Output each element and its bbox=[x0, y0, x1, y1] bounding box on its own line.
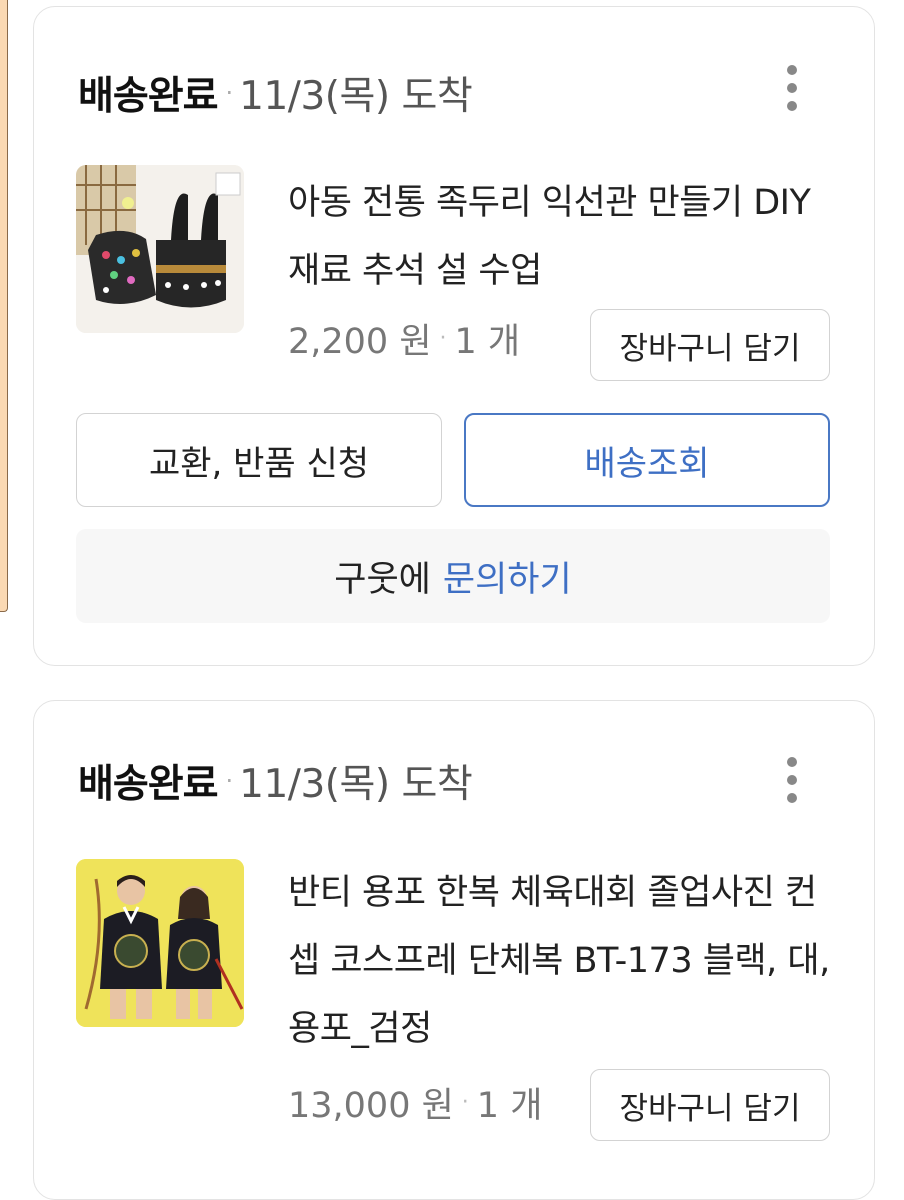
product-thumbnail[interactable] bbox=[76, 859, 244, 1027]
price-quantity: 2,200 원 · 1 개 bbox=[288, 313, 520, 364]
product-title[interactable]: 반티 용포 한복 체육대회 졸업사진 컨셉 코스프레 단체복 BT-173 블랙… bbox=[288, 859, 848, 1063]
add-to-cart-button[interactable]: 장바구니 담기 bbox=[590, 1069, 830, 1141]
product-quantity: 1 개 bbox=[476, 1086, 543, 1126]
product-price: 13,000 원 bbox=[288, 1086, 454, 1126]
product-price: 2,200 원 bbox=[288, 322, 432, 362]
delivery-status: 배송완료 bbox=[78, 762, 219, 807]
price-quantity: 13,000 원 · 1 개 bbox=[288, 1077, 542, 1128]
order-card: 배송완료 · 11/3(목) 도착 아동 전통 족두리 익선관 만들기 DIY … bbox=[33, 6, 875, 666]
more-vertical-icon[interactable] bbox=[780, 65, 804, 111]
seller-inquiry-button[interactable]: 구웃에 문의하기 bbox=[76, 529, 830, 623]
order-status-row: 배송완료 · 11/3(목) 도착 bbox=[78, 753, 473, 809]
more-vertical-icon[interactable] bbox=[780, 757, 804, 803]
inquiry-link[interactable]: 문의하기 bbox=[443, 551, 572, 602]
separator-dot: · bbox=[225, 767, 234, 795]
arrival-date: 11/3(목) 도착 bbox=[239, 74, 473, 119]
delivery-status: 배송완료 bbox=[78, 74, 219, 119]
arrival-date: 11/3(목) 도착 bbox=[239, 762, 473, 807]
product-thumbnail[interactable] bbox=[76, 165, 244, 333]
product-title[interactable]: 아동 전통 족두리 익선관 만들기 DIY 재료 추석 설 수업 bbox=[288, 169, 848, 305]
separator-dot: · bbox=[439, 326, 447, 351]
product-quantity: 1 개 bbox=[454, 322, 521, 362]
seller-name: 구웃에 bbox=[334, 559, 431, 600]
track-delivery-button[interactable]: 배송조회 bbox=[464, 413, 830, 507]
exchange-return-button[interactable]: 교환, 반품 신청 bbox=[76, 413, 442, 507]
order-card: 배송완료 · 11/3(목) 도착 반티 용포 한복 체육대회 졸업사진 컨셉 … bbox=[33, 700, 875, 1200]
order-status-row: 배송완료 · 11/3(목) 도착 bbox=[78, 65, 473, 121]
separator-dot: · bbox=[225, 79, 234, 107]
side-panel-edge bbox=[0, 0, 8, 612]
add-to-cart-button[interactable]: 장바구니 담기 bbox=[590, 309, 830, 381]
separator-dot: · bbox=[461, 1090, 469, 1115]
